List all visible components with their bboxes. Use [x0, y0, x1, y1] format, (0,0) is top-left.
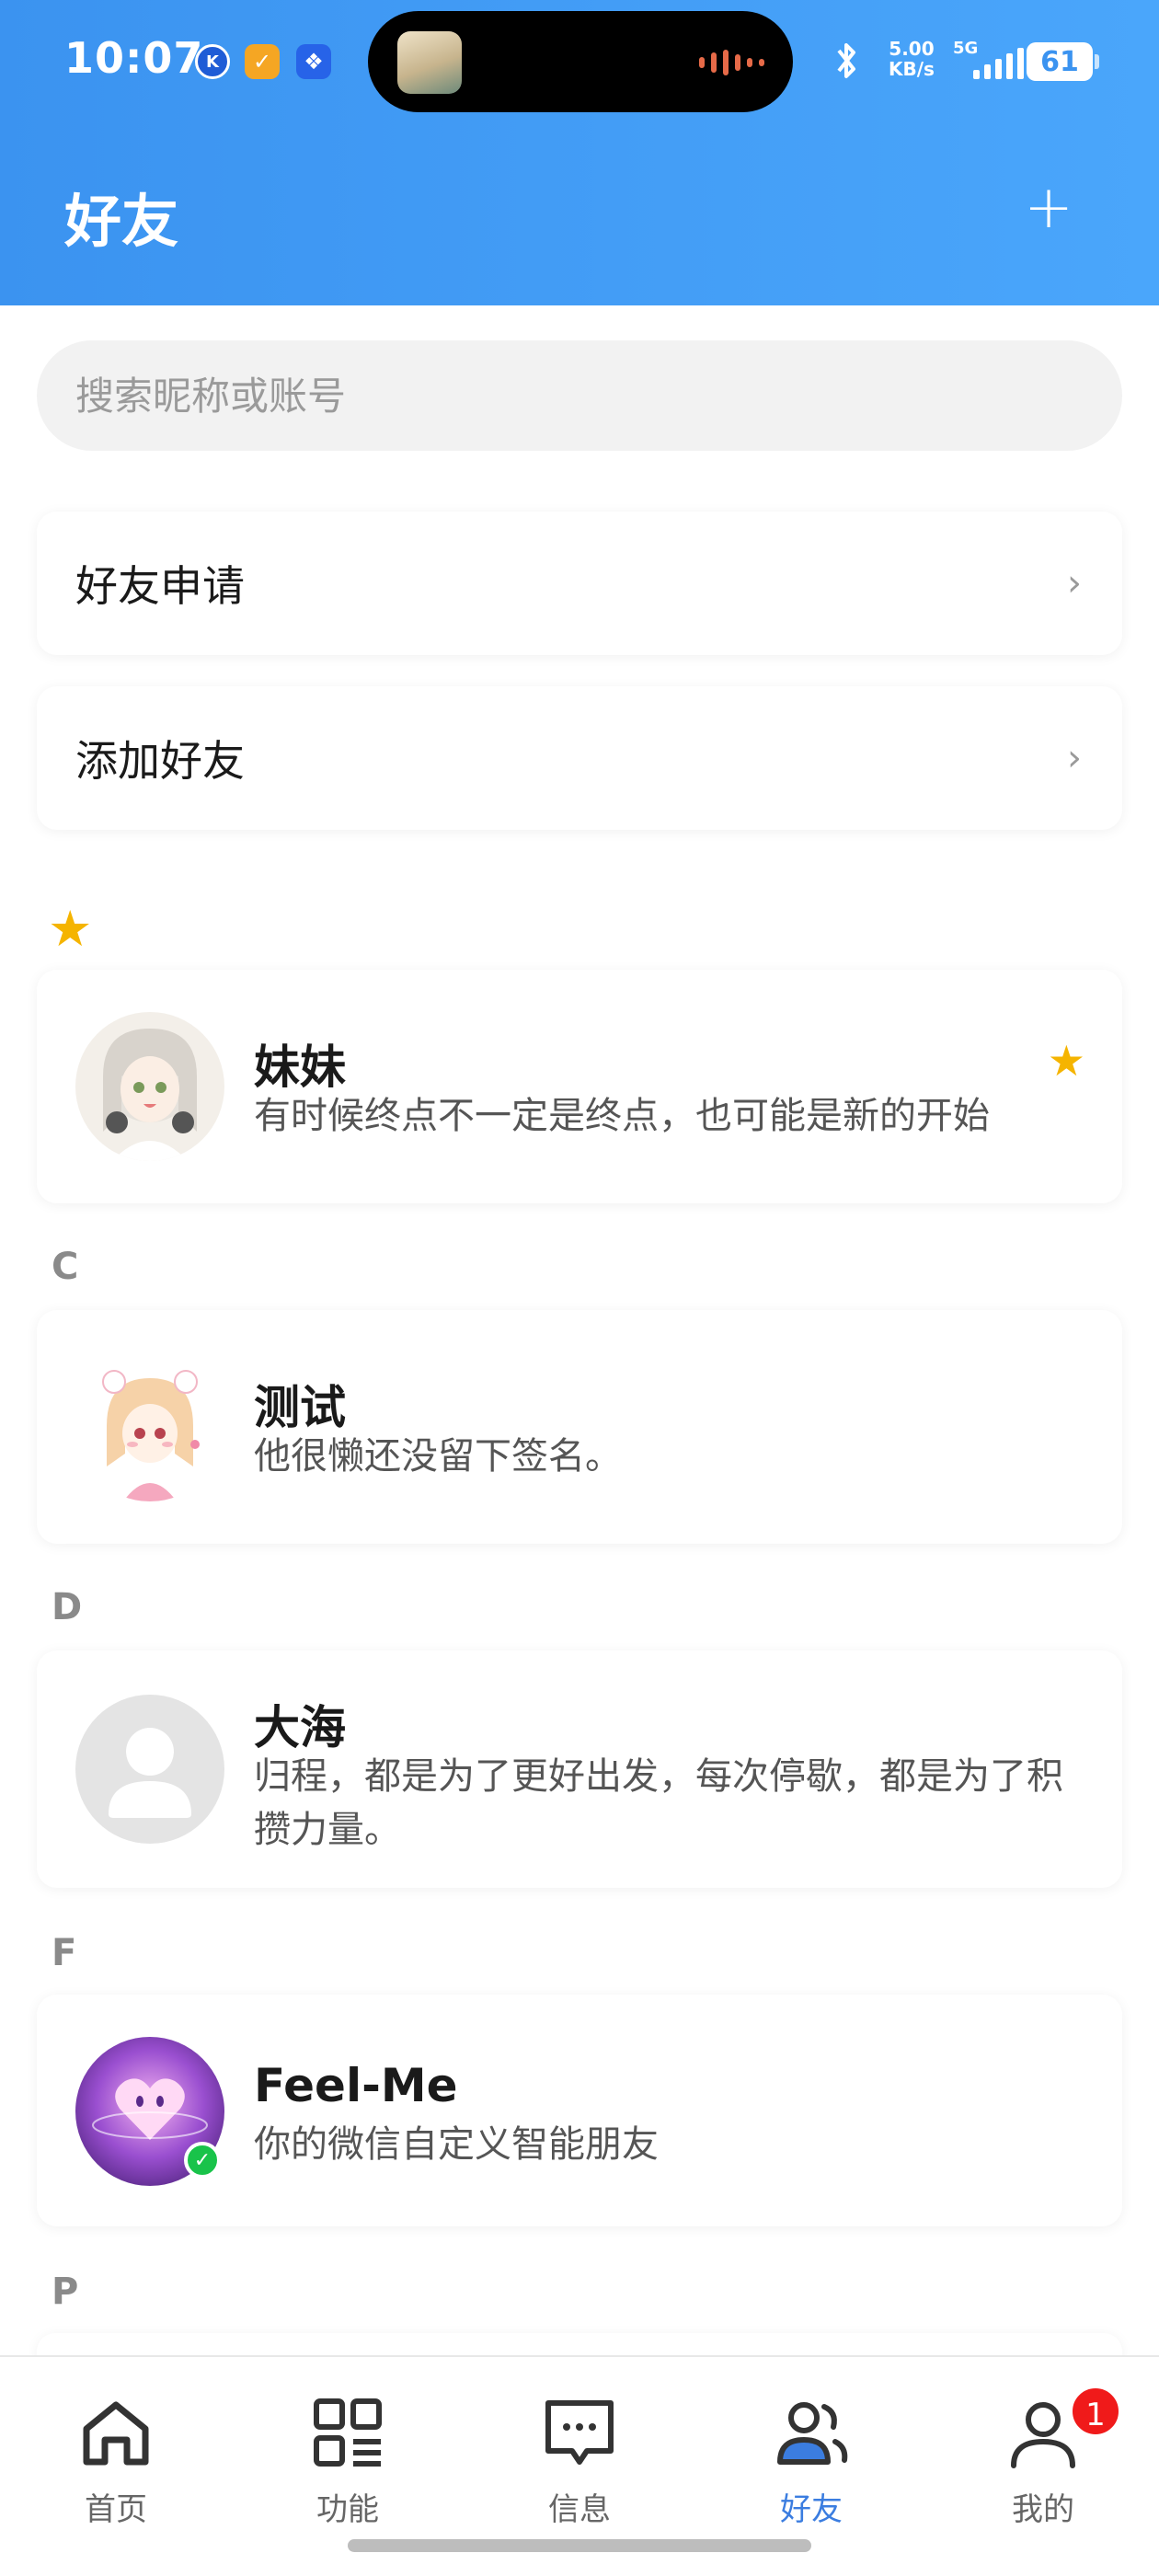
audio-wave-icon	[699, 50, 764, 75]
friends-icon	[777, 2402, 848, 2465]
music-thumbnail	[397, 31, 462, 94]
home-icon	[83, 2401, 149, 2466]
network-speed: 5.00 KB/s	[889, 39, 935, 79]
notification-badge: 1	[1069, 2385, 1122, 2438]
status-bar: 10:07 K ✓ ❖ 5.00 KB/s 5G 61	[0, 0, 1159, 125]
add-button[interactable]: +	[1019, 175, 1078, 241]
page-title: 好友	[64, 188, 179, 255]
friend-card-meimei[interactable]: 妹妹 有时候终点不一定是终点，也可能是新的开始 ★	[37, 970, 1122, 1203]
chevron-right-icon: ›	[1067, 737, 1082, 779]
section-header-d: D	[52, 1586, 83, 1628]
nav-home[interactable]: 首页	[42, 2375, 189, 2528]
friend-requests-label: 好友申请	[75, 561, 245, 611]
friend-card-feelme[interactable]: ✓ Feel-Me 你的微信自定义智能朋友	[37, 1995, 1122, 2226]
nav-label: 功能	[316, 2491, 379, 2528]
starred-section-icon: ★	[48, 900, 93, 958]
nav-messages[interactable]: 信息	[506, 2375, 653, 2528]
add-friend-label: 添加好友	[75, 736, 245, 786]
home-indicator[interactable]	[348, 2539, 811, 2552]
friend-card-ceshi[interactable]: 测试 他很懒还没留下签名。	[37, 1310, 1122, 1544]
friend-name: 测试	[254, 1381, 346, 1434]
avatar	[75, 1695, 224, 1844]
speed-unit: KB/s	[889, 58, 935, 80]
header-bar: 10:07 K ✓ ❖ 5.00 KB/s 5G 61 好友 +	[0, 0, 1159, 305]
section-header-f: F	[52, 1932, 77, 1974]
status-time: 10:07	[64, 33, 204, 83]
chevron-right-icon: ›	[1067, 562, 1082, 604]
grid-icon	[314, 2398, 382, 2467]
message-icon	[545, 2400, 614, 2465]
friend-signature: 有时候终点不一定是终点，也可能是新的开始	[254, 1095, 990, 1137]
friend-signature: 你的微信自定义智能朋友	[254, 2123, 659, 2166]
app-orange-icon: ✓	[245, 44, 280, 79]
friend-name: 大海	[254, 1701, 346, 1754]
friend-name: Feel-Me	[254, 2059, 458, 2112]
friend-name: 妹妹	[254, 1041, 346, 1094]
section-header-p: P	[52, 2271, 79, 2313]
nav-label: 我的	[1012, 2491, 1074, 2528]
app-blue-icon: ❖	[296, 44, 331, 79]
verified-icon: ✓	[184, 2142, 221, 2179]
nav-label: 信息	[548, 2491, 611, 2528]
nav-friends[interactable]: 好友	[738, 2375, 885, 2528]
section-header-c: C	[52, 1246, 79, 1288]
nav-profile[interactable]: 1 我的	[970, 2375, 1122, 2528]
nav-features[interactable]: 功能	[274, 2375, 421, 2528]
friend-signature: 他很懒还没留下签名。	[254, 1435, 622, 1478]
signal-icon	[973, 46, 1024, 79]
friend-card-dahai[interactable]: 大海 归程，都是为了更好出发，每次停歇，都是为了积攒力量。	[37, 1650, 1122, 1888]
battery-icon: 61	[1027, 42, 1099, 81]
add-friend-row[interactable]: 添加好友 ›	[37, 686, 1122, 830]
friend-requests-row[interactable]: 好友申请 ›	[37, 512, 1122, 655]
avatar	[75, 1012, 224, 1161]
nav-label: 好友	[780, 2491, 843, 2528]
app-k-icon: K	[195, 44, 230, 79]
search-input[interactable]	[37, 340, 1122, 451]
friend-signature: 归程，都是为了更好出发，每次停歇，都是为了积攒力量。	[254, 1755, 1063, 1851]
avatar	[75, 1352, 224, 1501]
nav-label: 首页	[85, 2491, 147, 2528]
speed-value: 5.00	[889, 38, 935, 60]
favorite-star-icon[interactable]: ★	[1048, 1036, 1085, 1086]
dynamic-island[interactable]	[368, 11, 793, 112]
bluetooth-icon	[833, 40, 861, 90]
